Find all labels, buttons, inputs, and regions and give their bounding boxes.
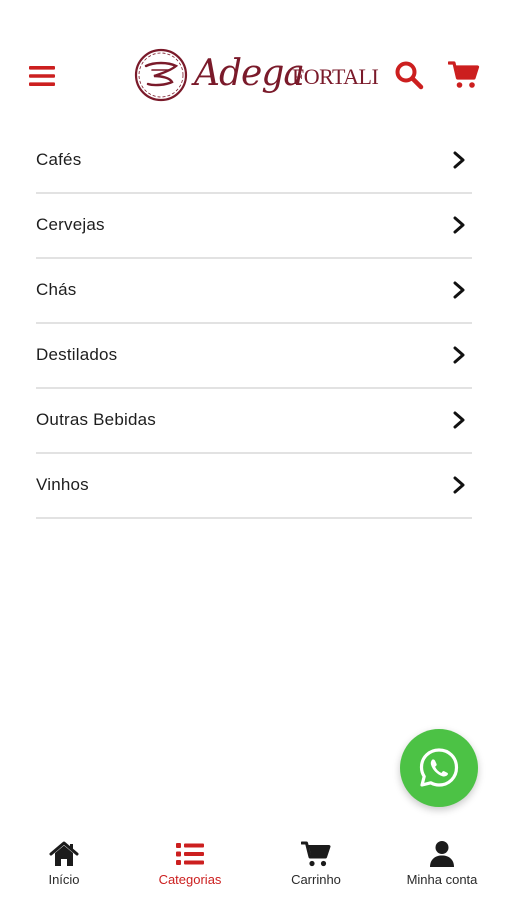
category-item-cafes[interactable]: Cafés bbox=[36, 129, 472, 194]
search-icon bbox=[395, 61, 424, 90]
chevron-right-icon bbox=[453, 281, 465, 299]
nav-item-carrinho[interactable]: Carrinho bbox=[253, 830, 379, 900]
category-item-outras-bebidas[interactable]: Outras Bebidas bbox=[36, 389, 472, 454]
menu-button[interactable] bbox=[28, 62, 56, 90]
nav-item-categorias[interactable]: Categorias bbox=[127, 830, 253, 900]
cart-icon bbox=[447, 61, 480, 88]
nav-label: Carrinho bbox=[291, 872, 341, 887]
logo-script-text: Adega bbox=[194, 53, 305, 94]
list-icon bbox=[176, 843, 204, 865]
category-item-destilados[interactable]: Destilados bbox=[36, 324, 472, 389]
logo-caps-text: FORTALI bbox=[292, 64, 379, 89]
menu-icon bbox=[29, 66, 55, 86]
chevron-right-icon bbox=[453, 151, 465, 169]
cart-button[interactable] bbox=[447, 60, 480, 90]
whatsapp-button[interactable] bbox=[400, 729, 478, 807]
category-label: Chás bbox=[36, 280, 77, 299]
search-button[interactable] bbox=[394, 60, 424, 90]
bottom-nav: Início Categorias Carrinho Minha conta bbox=[0, 830, 506, 900]
whatsapp-icon bbox=[419, 748, 459, 787]
category-label: Vinhos bbox=[36, 475, 89, 494]
nav-label: Minha conta bbox=[406, 872, 478, 887]
nav-item-minha-conta[interactable]: Minha conta bbox=[379, 830, 505, 900]
brand-logo[interactable]: Adega FORTALI bbox=[132, 44, 379, 108]
nav-label: Categorias bbox=[158, 872, 222, 887]
category-list: Cafés Cervejas Chás Destilados Outras Be… bbox=[36, 129, 472, 519]
nav-item-inicio[interactable]: Início bbox=[1, 830, 127, 900]
cart-icon bbox=[301, 841, 331, 867]
category-label: Cafés bbox=[36, 150, 82, 169]
chevron-right-icon bbox=[453, 346, 465, 364]
category-label: Destilados bbox=[36, 345, 118, 364]
nav-label: Início bbox=[48, 872, 80, 887]
chevron-right-icon bbox=[453, 411, 465, 429]
home-icon bbox=[49, 841, 79, 866]
category-label: Cervejas bbox=[36, 215, 105, 234]
chevron-right-icon bbox=[453, 476, 465, 494]
category-item-vinhos[interactable]: Vinhos bbox=[36, 454, 472, 519]
category-item-chas[interactable]: Chás bbox=[36, 259, 472, 324]
logo-mark-icon bbox=[134, 48, 188, 102]
app-header: Adega FORTALI bbox=[0, 0, 506, 130]
chevron-right-icon bbox=[453, 216, 465, 234]
category-label: Outras Bebidas bbox=[36, 410, 156, 429]
user-icon bbox=[430, 841, 454, 867]
category-item-cervejas[interactable]: Cervejas bbox=[36, 194, 472, 259]
